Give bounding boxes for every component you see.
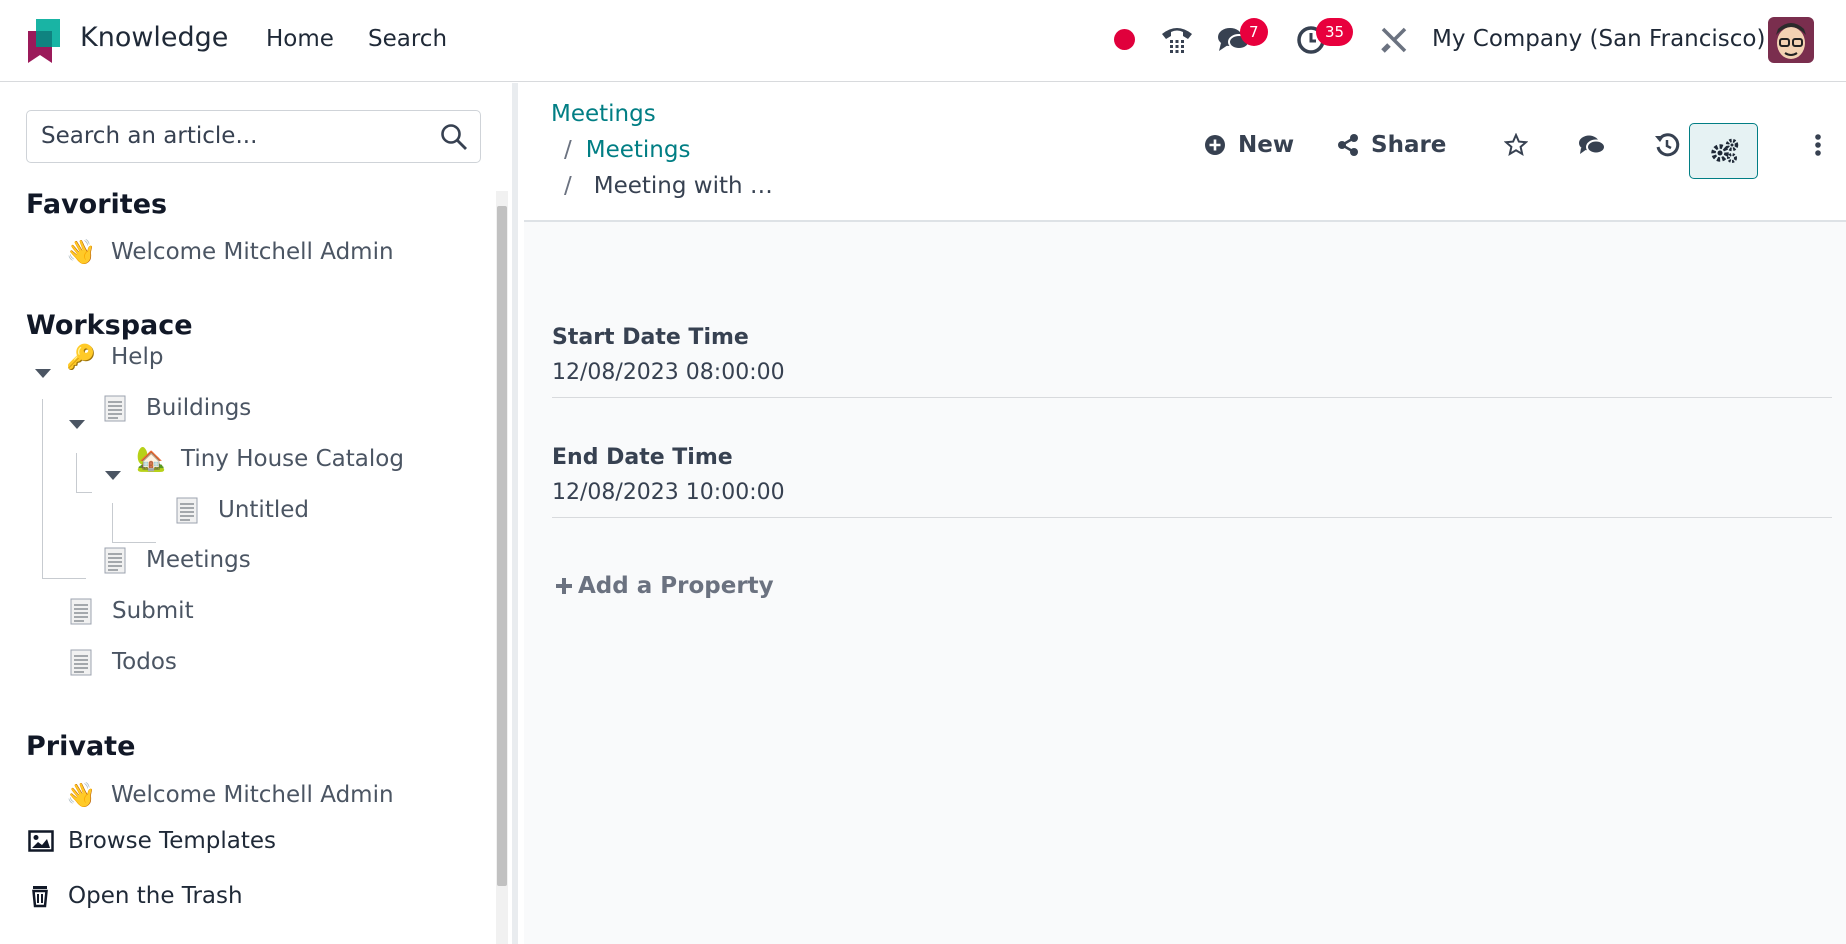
private-item-label: Welcome Mitchell Admin (111, 782, 394, 808)
property-value-end[interactable]: 12/08/2023 10:00:00 (552, 474, 1832, 518)
property-label-start: Start Date Time (552, 325, 749, 350)
property-label-end: End Date Time (552, 445, 733, 470)
tree-connector (76, 492, 92, 493)
collapse-buildings-caret-icon[interactable] (69, 420, 85, 429)
sidebar-scrollbar-thumb[interactable] (497, 206, 507, 886)
new-article-button[interactable]: New (1204, 123, 1294, 167)
tree-connector (112, 503, 113, 543)
trash-icon (32, 886, 48, 908)
tree-connector (76, 453, 77, 493)
sidebar-item-label: Submit (112, 598, 194, 624)
company-switcher[interactable]: My Company (San Francisco) (1432, 26, 1765, 52)
share-button[interactable]: Share (1337, 123, 1446, 167)
properties-panel-toggle-button[interactable] (1689, 123, 1758, 179)
breadcrumb-item-2[interactable]: / Meetings (564, 137, 690, 163)
app-name[interactable]: Knowledge (80, 22, 228, 53)
favorites-section-title[interactable]: Favorites (26, 189, 167, 220)
search-icon[interactable] (440, 123, 468, 151)
recording-indicator-icon[interactable] (1114, 29, 1135, 50)
sidebar-item-tiny-house-catalog[interactable]: 🏡 Tiny House Catalog (136, 441, 404, 477)
image-icon (28, 830, 54, 852)
phone-icon[interactable] (1157, 20, 1197, 60)
browse-templates-label: Browse Templates (68, 828, 276, 854)
sidebar-item-label: Todos (112, 649, 177, 675)
debug-tools-icon[interactable] (1374, 20, 1414, 60)
document-icon (70, 649, 92, 675)
comments-icon[interactable] (1570, 123, 1614, 167)
breadcrumb-current: / Meeting with … (564, 173, 773, 199)
sidebar-item-submit[interactable]: Submit (70, 593, 194, 629)
waving-hand-icon: 👋 (66, 238, 96, 266)
document-icon (104, 395, 126, 421)
sidebar-item-todos[interactable]: Todos (70, 644, 177, 680)
plus-circle-icon (1205, 135, 1225, 155)
sidebar-item-buildings[interactable]: Buildings (104, 390, 251, 426)
browse-templates-button[interactable]: Browse Templates (28, 828, 276, 854)
collapse-help-caret-icon[interactable] (35, 369, 51, 378)
favorite-star-icon[interactable] (1494, 123, 1538, 167)
document-icon (104, 547, 126, 573)
top-navbar: Knowledge Home Search 7 35 My Company (S… (0, 0, 1846, 82)
property-value-start[interactable]: 12/08/2023 08:00:00 (552, 354, 1832, 398)
breadcrumb-item-1[interactable]: Meetings (551, 101, 656, 127)
article-search-box (26, 110, 481, 163)
messages-badge: 7 (1240, 18, 1268, 46)
key-icon: 🔑 (66, 343, 96, 371)
tree-connector (42, 399, 43, 579)
sidebar-item-untitled[interactable]: Untitled (176, 492, 309, 528)
waving-hand-icon: 👋 (66, 781, 96, 809)
sidebar-item-label: Buildings (146, 395, 252, 421)
nav-search[interactable]: Search (368, 26, 447, 52)
add-property-button[interactable]: Add a Property (554, 573, 774, 599)
sidebar-item-meetings[interactable]: Meetings (104, 542, 251, 578)
tree-connector (42, 578, 86, 579)
gears-icon (1710, 138, 1738, 163)
favorite-item-label: Welcome Mitchell Admin (111, 239, 394, 265)
collapse-tiny-house-caret-icon[interactable] (105, 471, 121, 480)
article-sidebar: Favorites 👋 Welcome Mitchell Admin Works… (0, 83, 518, 944)
history-icon[interactable] (1645, 123, 1689, 167)
activities-badge: 35 (1316, 18, 1354, 46)
house-icon: 🏡 (136, 445, 166, 473)
document-icon (70, 598, 92, 624)
workspace-section-title[interactable]: Workspace (26, 310, 193, 341)
private-section-title[interactable]: Private (26, 731, 135, 762)
sidebar-item-help[interactable]: 🔑 Help (66, 339, 163, 375)
open-trash-button[interactable]: Open the Trash (28, 883, 243, 909)
nav-home[interactable]: Home (266, 26, 334, 52)
open-trash-label: Open the Trash (68, 883, 243, 909)
knowledge-logo-icon[interactable] (26, 17, 62, 65)
article-main-panel: Meetings / Meetings / Meeting with … New S… (524, 83, 1846, 944)
sidebar-item-label: Help (111, 344, 164, 370)
share-icon (1338, 134, 1358, 156)
private-item-welcome[interactable]: 👋 Welcome Mitchell Admin (66, 777, 394, 813)
document-icon (176, 497, 198, 523)
plus-icon (556, 578, 572, 594)
sidebar-item-label: Meetings (146, 547, 251, 573)
sidebar-item-label: Untitled (218, 497, 309, 523)
more-options-icon[interactable] (1796, 123, 1840, 167)
sidebar-item-label: Tiny House Catalog (181, 446, 404, 472)
user-avatar[interactable] (1768, 17, 1814, 63)
article-search-input[interactable] (41, 123, 421, 149)
favorite-item-welcome[interactable]: 👋 Welcome Mitchell Admin (66, 234, 394, 270)
article-toolbar: Meetings / Meetings / Meeting with … New S… (524, 83, 1846, 222)
